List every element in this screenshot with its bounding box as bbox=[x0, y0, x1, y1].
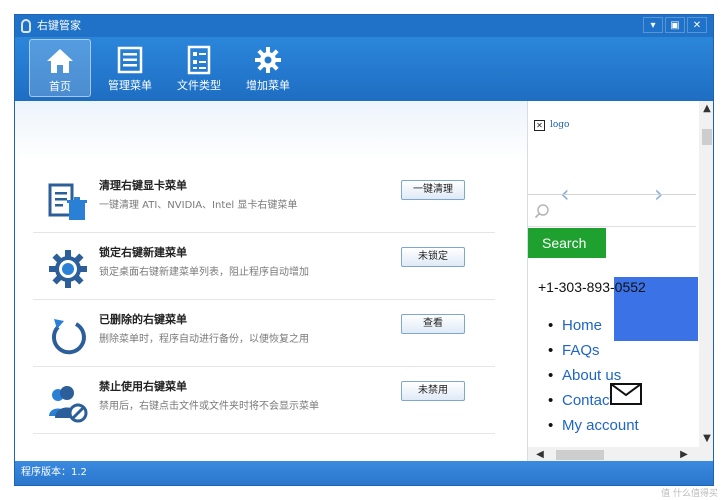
feature-title: 清理右键显卡菜单 bbox=[99, 179, 187, 192]
feature-title: 已删除的右键菜单 bbox=[99, 313, 187, 326]
tab-add-menu[interactable]: 增加菜单 bbox=[237, 39, 299, 97]
feature-description: 一键清理 ATI、NVIDIA、Intel 显卡右键菜单 bbox=[99, 200, 298, 211]
feature-description: 锁定桌面右键新建菜单列表，阻止程序自动增加 bbox=[99, 267, 309, 278]
feature-title: 禁止使用右键菜单 bbox=[99, 380, 187, 393]
tab-manage-menu[interactable]: 管理菜单 bbox=[99, 39, 161, 97]
gear-lock-icon bbox=[49, 250, 87, 288]
title-bar: 右键管家 ▾ ▣ ✕ bbox=[15, 15, 713, 37]
feature-description: 禁用后，右键点击文件或文件夹时将不会显示菜单 bbox=[99, 401, 319, 412]
app-window: 右键管家 ▾ ▣ ✕ 首页 管理菜单 文件类型 增加菜单 清理右键显卡菜单 一键… bbox=[14, 14, 714, 486]
feature-row-clean: 清理右键显卡菜单 一键清理 ATI、NVIDIA、Intel 显卡右键菜单 一键… bbox=[33, 167, 495, 233]
tab-file-types[interactable]: 文件类型 bbox=[168, 39, 230, 97]
restore-arrow-icon bbox=[52, 319, 86, 355]
site-watermark: 值 什么值得买 bbox=[661, 489, 718, 499]
file-type-icon bbox=[187, 45, 211, 75]
feature-row-lock: 锁定右键新建菜单 锁定桌面右键新建菜单列表，阻止程序自动增加 未锁定 bbox=[33, 234, 495, 300]
search-field-underline bbox=[528, 226, 696, 227]
nav-link-home[interactable]: Home bbox=[548, 313, 639, 338]
phone-number: +1-303-893-0552 bbox=[538, 279, 646, 295]
status-bar: 程序版本：1.2 bbox=[15, 461, 713, 485]
tab-home-label: 首页 bbox=[49, 80, 71, 93]
search-button[interactable]: Search bbox=[528, 228, 606, 258]
tab-manage-menu-label: 管理菜单 bbox=[108, 79, 152, 92]
search-icon[interactable] bbox=[534, 203, 550, 219]
clean-now-button[interactable]: 一键清理 bbox=[401, 180, 465, 200]
view-deleted-button[interactable]: 查看 bbox=[401, 314, 465, 334]
logo-alt-text: logo bbox=[550, 120, 570, 130]
scroll-down-icon[interactable]: ▼ bbox=[699, 431, 713, 447]
feature-row-deleted: 已删除的右键菜单 删除菜单时，程序自动进行备份，以便恢复之用 查看 bbox=[33, 301, 495, 367]
nav-link-faqs[interactable]: FAQs bbox=[548, 338, 639, 363]
tab-home[interactable]: 首页 bbox=[29, 39, 91, 97]
embedded-web-panel: ✕ logo ‹ › Search +1-303-893-0552 Home F… bbox=[527, 101, 713, 463]
gear-icon bbox=[255, 47, 281, 73]
broken-image-icon: ✕ bbox=[534, 120, 545, 131]
feature-title: 锁定右键新建菜单 bbox=[99, 246, 187, 259]
window-title: 右键管家 bbox=[37, 19, 81, 32]
minimize-button[interactable]: ▾ bbox=[643, 17, 663, 33]
close-button[interactable]: ✕ bbox=[687, 17, 707, 33]
home-icon bbox=[47, 49, 73, 73]
home-panel: 清理右键显卡菜单 一键清理 ATI、NVIDIA、Intel 显卡右键菜单 一键… bbox=[15, 101, 527, 463]
window-controls: ▾ ▣ ✕ bbox=[643, 17, 707, 33]
tab-add-menu-label: 增加菜单 bbox=[246, 79, 290, 92]
user-block-icon bbox=[49, 386, 88, 423]
menu-list-icon bbox=[117, 46, 143, 74]
scroll-up-icon[interactable]: ▲ bbox=[699, 101, 713, 117]
lock-toggle-button[interactable]: 未锁定 bbox=[401, 247, 465, 267]
vertical-scroll-thumb[interactable] bbox=[702, 129, 712, 145]
vertical-scrollbar[interactable]: ▲ ▼ bbox=[699, 101, 713, 447]
nav-link-account[interactable]: My account bbox=[548, 413, 639, 438]
version-label: 程序版本：1.2 bbox=[21, 467, 87, 478]
restore-button[interactable]: ▣ bbox=[665, 17, 685, 33]
feature-row-disable: 禁止使用右键菜单 禁用后，右键点击文件或文件夹时将不会显示菜单 未禁用 bbox=[33, 368, 495, 434]
slider-divider bbox=[528, 194, 696, 195]
horizontal-scroll-thumb[interactable] bbox=[556, 450, 604, 460]
mail-icon[interactable] bbox=[610, 383, 642, 405]
feature-description: 删除菜单时，程序自动进行备份，以便恢复之用 bbox=[99, 334, 309, 345]
header-gradient bbox=[15, 101, 527, 161]
web-nav-list: Home FAQs About us Contact My account bbox=[548, 313, 639, 438]
disable-toggle-button[interactable]: 未禁用 bbox=[401, 381, 465, 401]
tab-file-types-label: 文件类型 bbox=[177, 79, 221, 92]
clean-trash-icon bbox=[48, 183, 87, 220]
main-toolbar: 首页 管理菜单 文件类型 增加菜单 bbox=[15, 37, 713, 101]
app-logo-icon bbox=[21, 19, 31, 33]
